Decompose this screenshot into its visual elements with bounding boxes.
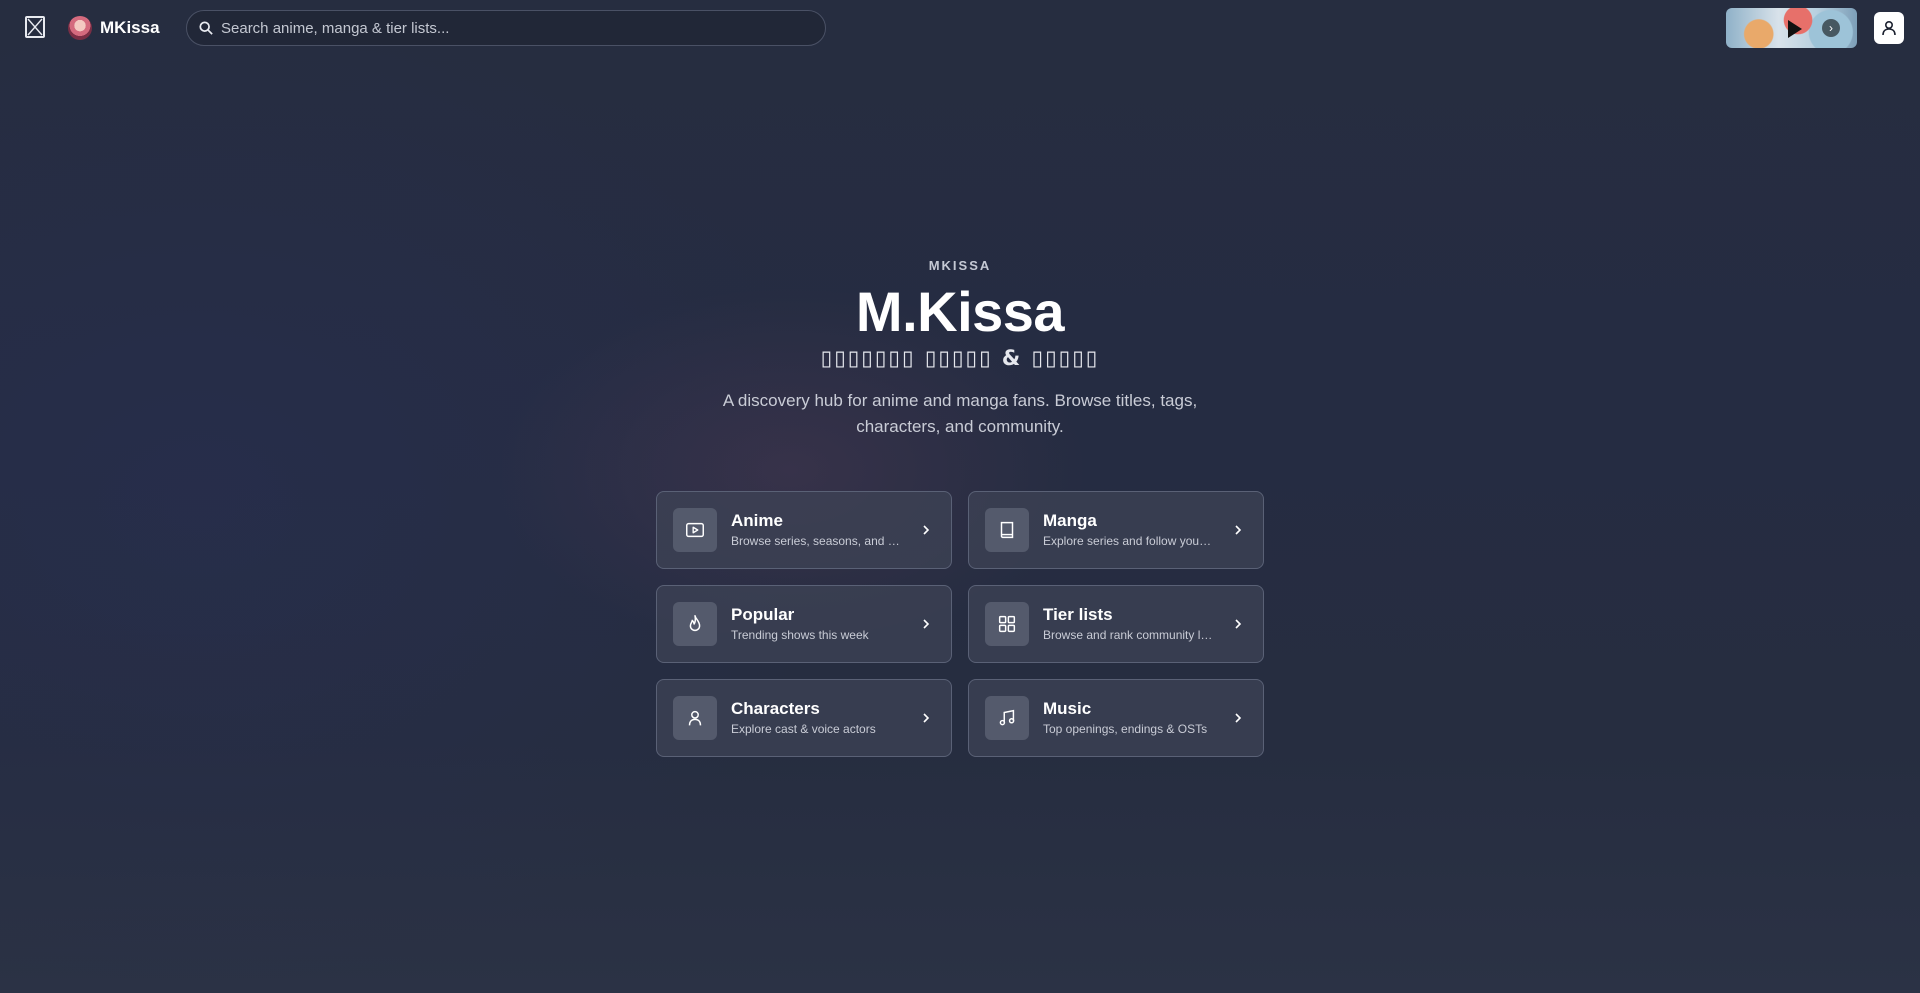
hero-subtitle: ▯▯▯▯▯▯▯ ▯▯▯▯▯ & ▯▯▯▯▯ [820,346,1100,370]
card-subtitle: Explore cast & voice actors [731,722,876,736]
grid-icon [985,602,1029,646]
search-bar[interactable] [186,10,826,46]
search-icon [199,21,213,35]
play-video-icon [673,508,717,552]
chevron-right-icon[interactable]: › [1822,19,1840,37]
flame-icon [673,602,717,646]
card-anime[interactable]: Anime Browse series, seasons, and more [656,491,952,569]
chevron-right-icon [923,713,930,723]
card-subtitle: Browse and rank community lists [1043,628,1213,642]
card-title: Anime [731,511,783,530]
chevron-right-icon [923,525,930,535]
card-title: Music [1043,699,1092,718]
search-input[interactable] [221,19,811,37]
brand-avatar [68,16,92,40]
page-title: M.Kissa [855,280,1065,343]
hero-section: MKISSA M.Kissa ▯▯▯▯▯▯▯ ▯▯▯▯▯ & ▯▯▯▯▯ A d… [0,258,1920,440]
menu-icon[interactable] [25,16,45,38]
card-subtitle: Explore series and follow your favorites [1043,534,1213,548]
card-title: Popular [731,605,795,624]
card-tier-lists[interactable]: Tier lists Browse and rank community lis… [968,585,1264,663]
music-icon [985,696,1029,740]
card-manga[interactable]: Manga Explore series and follow your fav… [968,491,1264,569]
chevron-right-icon [1235,619,1242,629]
card-subtitle: Browse series, seasons, and more [731,534,901,548]
hero-eyebrow: MKISSA [928,258,992,273]
card-popular[interactable]: Popular Trending shows this week [656,585,952,663]
chevron-right-icon [923,619,930,629]
chevron-right-icon [1235,713,1242,723]
person-icon [673,696,717,740]
play-icon[interactable] [1788,20,1802,38]
card-title: Characters [731,699,820,718]
chevron-right-icon [1235,525,1242,535]
card-title: Tier lists [1043,605,1113,624]
top-bar: MKissa › [0,0,1920,56]
card-music[interactable]: Music Top openings, endings & OSTs [968,679,1264,757]
hero-description: A discovery hub for anime and manga fans… [722,391,1198,436]
user-icon [1882,20,1896,36]
card-title: Manga [1043,511,1097,530]
book-icon [985,508,1029,552]
brand-name: MKissa [100,18,160,37]
card-subtitle: Top openings, endings & OSTs [1043,722,1208,736]
media-player-widget[interactable]: › [1726,8,1857,48]
brand-logo-link[interactable]: MKissa [68,14,160,42]
card-subtitle: Trending shows this week [731,628,869,642]
profile-button[interactable] [1874,12,1904,44]
category-grid: Anime Browse series, seasons, and more M… [656,491,1264,757]
card-characters[interactable]: Characters Explore cast & voice actors [656,679,952,757]
